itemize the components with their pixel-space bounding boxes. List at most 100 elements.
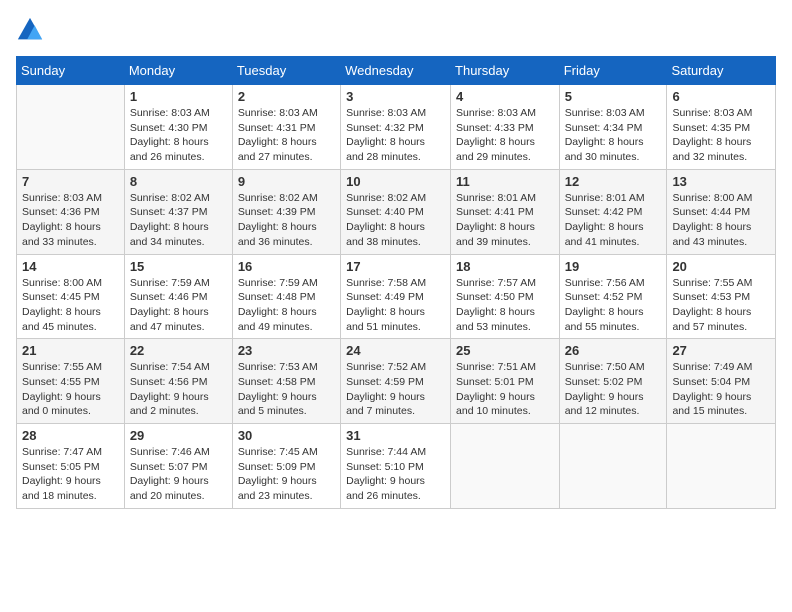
calendar-cell: 31 Sunrise: 7:44 AMSunset: 5:10 PMDayligh… (341, 424, 451, 509)
calendar-cell: 4 Sunrise: 8:03 AMSunset: 4:33 PMDaylight… (451, 85, 560, 170)
day-number: 5 (565, 89, 662, 104)
calendar-cell: 30 Sunrise: 7:45 AMSunset: 5:09 PMDayligh… (232, 424, 340, 509)
day-number: 13 (672, 174, 770, 189)
day-info: Sunrise: 8:03 AMSunset: 4:33 PMDaylight:… (456, 106, 554, 165)
day-number: 27 (672, 343, 770, 358)
day-number: 22 (130, 343, 227, 358)
day-number: 29 (130, 428, 227, 443)
calendar-week-row: 7 Sunrise: 8:03 AMSunset: 4:36 PMDaylight… (17, 169, 776, 254)
day-number: 18 (456, 259, 554, 274)
day-number: 4 (456, 89, 554, 104)
day-info: Sunrise: 7:45 AMSunset: 5:09 PMDaylight:… (238, 445, 335, 504)
weekday-header-row: SundayMondayTuesdayWednesdayThursdayFrid… (17, 57, 776, 85)
day-number: 8 (130, 174, 227, 189)
calendar-cell: 12 Sunrise: 8:01 AMSunset: 4:42 PMDayligh… (559, 169, 667, 254)
day-number: 20 (672, 259, 770, 274)
day-info: Sunrise: 8:03 AMSunset: 4:36 PMDaylight:… (22, 191, 119, 250)
day-info: Sunrise: 8:02 AMSunset: 4:39 PMDaylight:… (238, 191, 335, 250)
day-info: Sunrise: 7:59 AMSunset: 4:48 PMDaylight:… (238, 276, 335, 335)
day-number: 11 (456, 174, 554, 189)
day-number: 19 (565, 259, 662, 274)
calendar-cell: 24Sunrise: 7:52 AMSunset: 4:59 PMDayligh… (341, 339, 451, 424)
weekday-header: Sunday (17, 57, 125, 85)
day-number: 14 (22, 259, 119, 274)
weekday-header: Friday (559, 57, 667, 85)
day-number: 7 (22, 174, 119, 189)
day-number: 9 (238, 174, 335, 189)
calendar-cell: 23 Sunrise: 7:53 AMSunset: 4:58 PMDayligh… (232, 339, 340, 424)
calendar-cell: 27 Sunrise: 7:49 AMSunset: 5:04 PMDayligh… (667, 339, 776, 424)
day-info: Sunrise: 8:01 AMSunset: 4:42 PMDaylight:… (565, 191, 662, 250)
day-info: Sunrise: 7:44 AMSunset: 5:10 PMDaylight:… (346, 445, 445, 504)
day-number: 12 (565, 174, 662, 189)
calendar-cell: 1 Sunrise: 8:03 AMSunset: 4:30 PMDaylight… (124, 85, 232, 170)
day-info: Sunrise: 8:03 AMSunset: 4:30 PMDaylight:… (130, 106, 227, 165)
day-number: 30 (238, 428, 335, 443)
day-number: 16 (238, 259, 335, 274)
day-info: Sunrise: 8:03 AMSunset: 4:32 PMDaylight:… (346, 106, 445, 165)
logo (16, 16, 46, 44)
day-info: Sunrise: 7:55 AMSunset: 4:53 PMDaylight:… (672, 276, 770, 335)
day-number: 2 (238, 89, 335, 104)
page-header (16, 16, 776, 44)
calendar-cell: 10Sunrise: 8:02 AMSunset: 4:40 PMDayligh… (341, 169, 451, 254)
calendar-cell: 25Sunrise: 7:51 AMSunset: 5:01 PMDayligh… (451, 339, 560, 424)
day-info: Sunrise: 8:01 AMSunset: 4:41 PMDaylight:… (456, 191, 554, 250)
calendar-cell: 13Sunrise: 8:00 AMSunset: 4:44 PMDayligh… (667, 169, 776, 254)
day-number: 17 (346, 259, 445, 274)
weekday-header: Wednesday (341, 57, 451, 85)
day-info: Sunrise: 7:59 AMSunset: 4:46 PMDaylight:… (130, 276, 227, 335)
weekday-header: Monday (124, 57, 232, 85)
weekday-header: Saturday (667, 57, 776, 85)
day-number: 28 (22, 428, 119, 443)
day-number: 24 (346, 343, 445, 358)
calendar-week-row: 1 Sunrise: 8:03 AMSunset: 4:30 PMDaylight… (17, 85, 776, 170)
calendar-cell: 28 Sunrise: 7:47 AMSunset: 5:05 PMDayligh… (17, 424, 125, 509)
calendar-cell: 6 Sunrise: 8:03 AMSunset: 4:35 PMDaylight… (667, 85, 776, 170)
calendar-cell: 29 Sunrise: 7:46 AMSunset: 5:07 PMDayligh… (124, 424, 232, 509)
calendar-cell: 21 Sunrise: 7:55 AMSunset: 4:55 PMDayligh… (17, 339, 125, 424)
day-info: Sunrise: 7:56 AMSunset: 4:52 PMDaylight:… (565, 276, 662, 335)
calendar-cell: 17 Sunrise: 7:58 AMSunset: 4:49 PMDayligh… (341, 254, 451, 339)
day-info: Sunrise: 7:47 AMSunset: 5:05 PMDaylight:… (22, 445, 119, 504)
calendar-cell (17, 85, 125, 170)
day-info: Sunrise: 8:03 AMSunset: 4:35 PMDaylight:… (672, 106, 770, 165)
day-info: Sunrise: 7:58 AMSunset: 4:49 PMDaylight:… (346, 276, 445, 335)
calendar-table: SundayMondayTuesdayWednesdayThursdayFrid… (16, 56, 776, 509)
day-info: Sunrise: 8:00 AMSunset: 4:45 PMDaylight:… (22, 276, 119, 335)
calendar-cell: 7 Sunrise: 8:03 AMSunset: 4:36 PMDaylight… (17, 169, 125, 254)
calendar-cell: 8 Sunrise: 8:02 AMSunset: 4:37 PMDaylight… (124, 169, 232, 254)
day-number: 10 (346, 174, 445, 189)
logo-icon (16, 16, 44, 44)
calendar-cell: 5 Sunrise: 8:03 AMSunset: 4:34 PMDaylight… (559, 85, 667, 170)
calendar-cell: 15Sunrise: 7:59 AMSunset: 4:46 PMDayligh… (124, 254, 232, 339)
day-number: 3 (346, 89, 445, 104)
calendar-week-row: 14 Sunrise: 8:00 AMSunset: 4:45 PMDayligh… (17, 254, 776, 339)
day-info: Sunrise: 7:46 AMSunset: 5:07 PMDaylight:… (130, 445, 227, 504)
day-info: Sunrise: 7:51 AMSunset: 5:01 PMDaylight:… (456, 360, 554, 419)
calendar-cell: 2Sunrise: 8:03 AMSunset: 4:31 PMDaylight… (232, 85, 340, 170)
weekday-header: Thursday (451, 57, 560, 85)
day-number: 23 (238, 343, 335, 358)
day-info: Sunrise: 7:49 AMSunset: 5:04 PMDaylight:… (672, 360, 770, 419)
calendar-cell: 9 Sunrise: 8:02 AMSunset: 4:39 PMDaylight… (232, 169, 340, 254)
calendar-cell: 11 Sunrise: 8:01 AMSunset: 4:41 PMDayligh… (451, 169, 560, 254)
weekday-header: Tuesday (232, 57, 340, 85)
calendar-cell (559, 424, 667, 509)
day-number: 31 (346, 428, 445, 443)
day-info: Sunrise: 8:02 AMSunset: 4:37 PMDaylight:… (130, 191, 227, 250)
day-number: 6 (672, 89, 770, 104)
day-number: 1 (130, 89, 227, 104)
calendar-week-row: 21 Sunrise: 7:55 AMSunset: 4:55 PMDayligh… (17, 339, 776, 424)
calendar-cell: 19 Sunrise: 7:56 AMSunset: 4:52 PMDayligh… (559, 254, 667, 339)
day-info: Sunrise: 8:03 AMSunset: 4:34 PMDaylight:… (565, 106, 662, 165)
calendar-cell: 14 Sunrise: 8:00 AMSunset: 4:45 PMDayligh… (17, 254, 125, 339)
day-info: Sunrise: 7:50 AMSunset: 5:02 PMDaylight:… (565, 360, 662, 419)
calendar-cell (451, 424, 560, 509)
day-info: Sunrise: 7:55 AMSunset: 4:55 PMDaylight:… (22, 360, 119, 419)
day-number: 21 (22, 343, 119, 358)
day-info: Sunrise: 7:54 AMSunset: 4:56 PMDaylight:… (130, 360, 227, 419)
day-info: Sunrise: 7:53 AMSunset: 4:58 PMDaylight:… (238, 360, 335, 419)
calendar-cell: 16 Sunrise: 7:59 AMSunset: 4:48 PMDayligh… (232, 254, 340, 339)
day-info: Sunrise: 7:57 AMSunset: 4:50 PMDaylight:… (456, 276, 554, 335)
